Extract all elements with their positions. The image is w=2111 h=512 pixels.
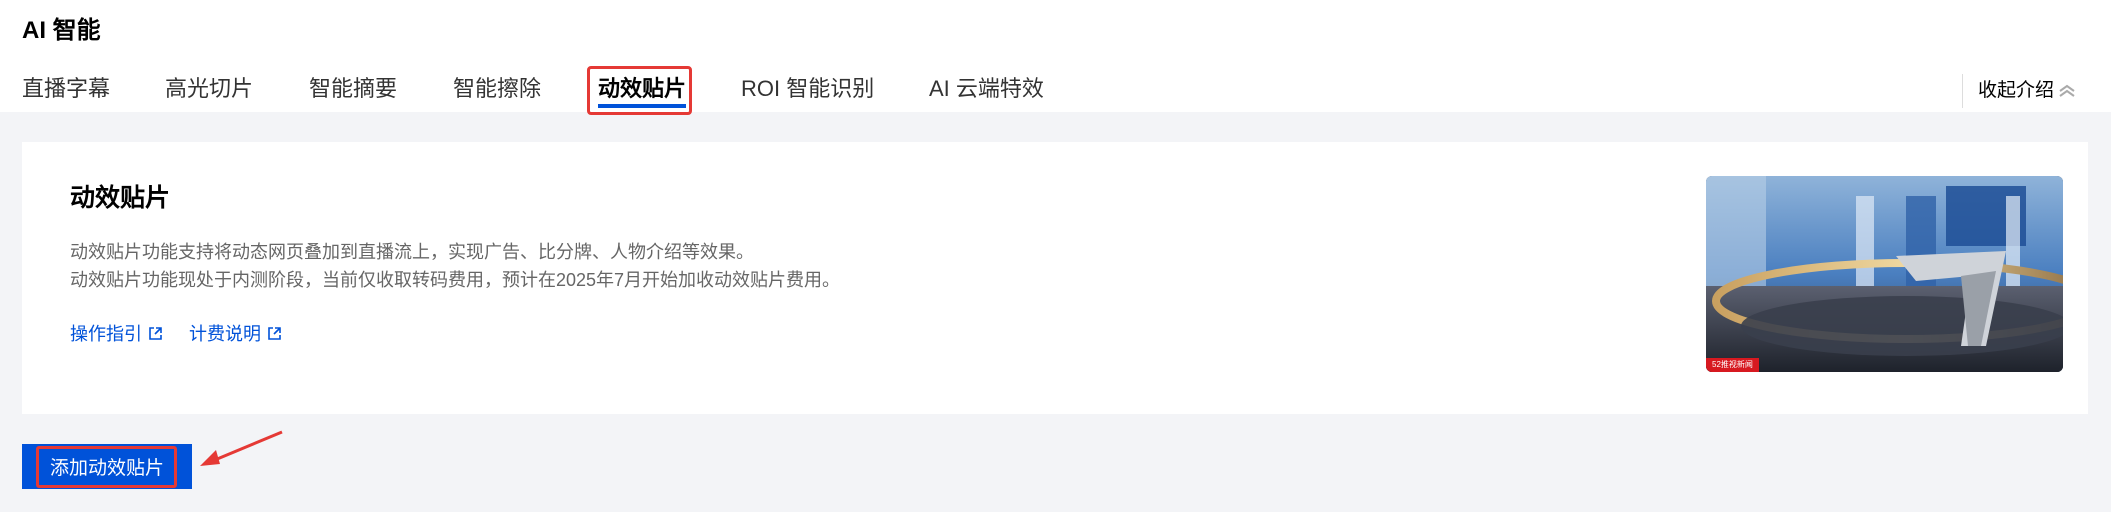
studio-scene-image xyxy=(1706,176,2063,372)
header-area: AI 智能 直播字幕 高光切片 智能摘要 智能擦除 动效贴片 ROI 智能识别 … xyxy=(0,0,2111,115)
preview-thumbnail: 52推视新闻 xyxy=(1706,176,2063,372)
tab-roi-recognition[interactable]: ROI 智能识别 xyxy=(741,66,874,112)
intro-card: 动效贴片 动效贴片功能支持将动态网页叠加到直播流上，实现广告、比分牌、人物介绍等… xyxy=(22,142,2088,414)
external-link-icon xyxy=(149,326,162,340)
operation-guide-label: 操作指引 xyxy=(70,324,142,344)
card-title: 动效贴片 xyxy=(70,184,171,212)
page-title: AI 智能 xyxy=(22,17,101,44)
thumbnail-badge: 52推视新闻 xyxy=(1706,358,1759,372)
tab-motion-overlay[interactable]: 动效贴片 xyxy=(598,66,687,112)
tab-smart-summary[interactable]: 智能摘要 xyxy=(309,66,397,112)
pointer-arrow-icon xyxy=(200,430,283,466)
operation-guide-link[interactable]: 操作指引 xyxy=(70,320,163,346)
tab-bar: 直播字幕 高光切片 智能摘要 智能擦除 动效贴片 ROI 智能识别 AI 云端特… xyxy=(0,66,2111,112)
billing-info-link[interactable]: 计费说明 xyxy=(189,320,282,346)
double-chevron-up-icon xyxy=(2059,84,2075,97)
tab-highlight-clips[interactable]: 高光切片 xyxy=(165,66,253,112)
description-line-1: 动效贴片功能支持将动态网页叠加到直播流上，实现广告、比分牌、人物介绍等效果。 xyxy=(70,242,754,262)
tab-live-subtitles[interactable]: 直播字幕 xyxy=(22,66,110,112)
external-link-icon xyxy=(268,326,281,340)
collapse-intro-label: 收起介绍 xyxy=(1978,80,2055,101)
tab-ai-cloud-effects[interactable]: AI 云端特效 xyxy=(929,66,1044,112)
card-description: 动效贴片功能支持将动态网页叠加到直播流上，实现广告、比分牌、人物介绍等效果。 动… xyxy=(70,238,840,294)
collapse-container: 收起介绍 xyxy=(1962,74,2078,108)
card-links: 操作指引 计费说明 xyxy=(70,320,282,346)
add-motion-overlay-button[interactable]: 添加动效贴片 xyxy=(22,444,192,489)
tab-smart-erase[interactable]: 智能擦除 xyxy=(453,66,541,112)
collapse-intro-button[interactable]: 收起介绍 xyxy=(1978,74,2078,108)
billing-info-label: 计费说明 xyxy=(189,324,261,344)
description-line-2: 动效贴片功能现处于内测阶段，当前仅收取转码费用，预计在2025年7月开始加收动效… xyxy=(70,270,841,290)
